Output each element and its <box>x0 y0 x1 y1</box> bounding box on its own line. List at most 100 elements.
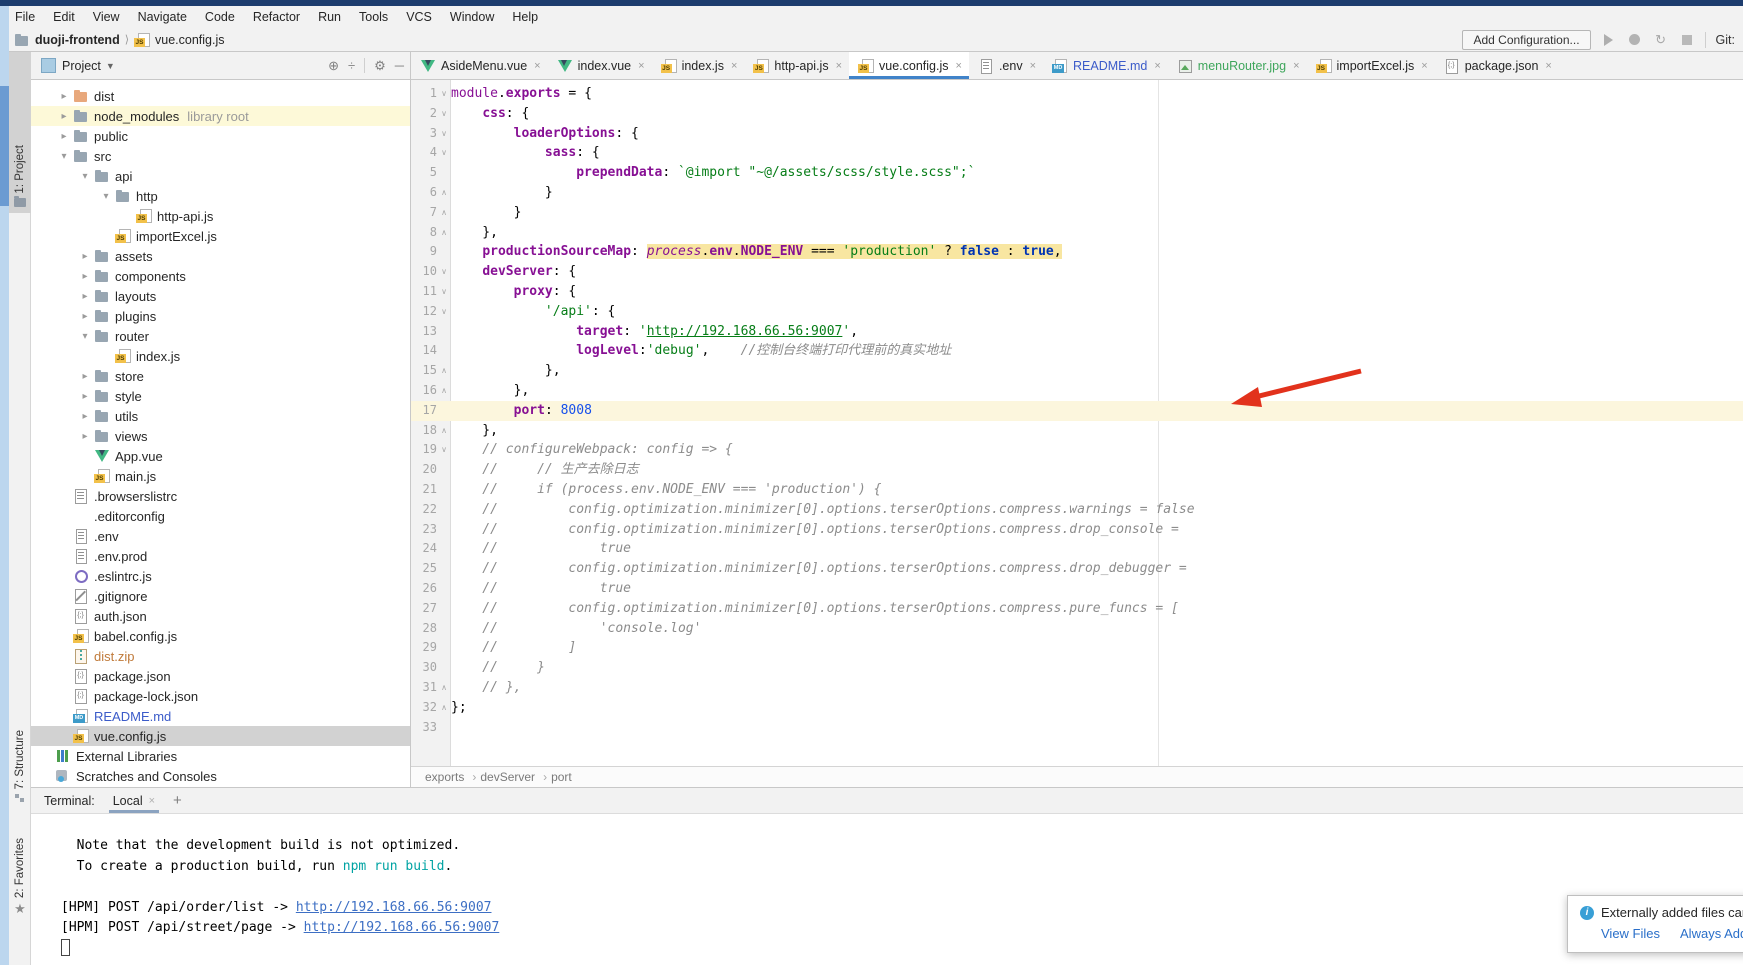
project-panel-title[interactable]: Project <box>62 59 101 73</box>
tab-readme-md[interactable]: README.md× <box>1043 52 1168 79</box>
fold-expand-icon[interactable]: ∨ <box>437 302 451 322</box>
tree-item-plugins[interactable]: ▸plugins <box>31 306 410 326</box>
code-line-18[interactable]: 18∧ }, <box>411 421 1743 441</box>
fold-expand-icon[interactable]: ∨ <box>437 104 451 124</box>
fold-expand-icon[interactable]: ∨ <box>437 124 451 144</box>
breadcrumb-item-exports[interactable]: exports <box>425 770 476 784</box>
menu-file[interactable]: File <box>6 8 44 26</box>
menu-vcs[interactable]: VCS <box>397 8 441 26</box>
code-line-13[interactable]: 13 target: 'http://192.168.66.56:9007', <box>411 322 1743 342</box>
run-with-coverage-icon[interactable]: ↻ <box>1653 32 1669 48</box>
menu-view[interactable]: View <box>84 8 129 26</box>
add-configuration-button[interactable]: Add Configuration... <box>1462 30 1590 50</box>
tree-item-src[interactable]: ▾src <box>31 146 410 166</box>
tree-item-package-lock-json[interactable]: package-lock.json <box>31 686 410 706</box>
tab-close-icon[interactable]: × <box>731 60 737 72</box>
code-line-30[interactable]: 30 // } <box>411 658 1743 678</box>
menu-tools[interactable]: Tools <box>350 8 397 26</box>
terminal-output[interactable]: Note that the development build is not o… <box>31 814 1743 965</box>
tree-item-dist-zip[interactable]: dist.zip <box>31 646 410 666</box>
terminal-tab-close-icon[interactable]: × <box>149 795 155 807</box>
menu-refactor[interactable]: Refactor <box>244 8 309 26</box>
tree-item-external-libraries[interactable]: External Libraries <box>31 746 410 766</box>
tree-item-views[interactable]: ▸views <box>31 426 410 446</box>
tab-close-icon[interactable]: × <box>1154 60 1160 72</box>
code-line-9[interactable]: 9 productionSourceMap: process.env.NODE_… <box>411 242 1743 262</box>
code-editor[interactable]: 1∨module.exports = {2∨ css: {3∨ loaderOp… <box>411 80 1743 766</box>
code-line-21[interactable]: 21 // if (process.env.NODE_ENV === 'prod… <box>411 480 1743 500</box>
chevron-right-icon[interactable]: ▸ <box>76 391 94 402</box>
code-line-31[interactable]: 31∧ // }, <box>411 678 1743 698</box>
menu-code[interactable]: Code <box>196 8 244 26</box>
fold-collapse-icon[interactable]: ∧ <box>437 421 451 441</box>
code-line-19[interactable]: 19∨ // configureWebpack: config => { <box>411 440 1743 460</box>
chevron-right-icon[interactable]: ▸ <box>55 91 73 102</box>
tree-item-public[interactable]: ▸public <box>31 126 410 146</box>
tree-item-components[interactable]: ▸components <box>31 266 410 286</box>
tree-item-utils[interactable]: ▸utils <box>31 406 410 426</box>
code-line-28[interactable]: 28 // 'console.log' <box>411 619 1743 639</box>
terminal-tab-local[interactable]: Local × <box>109 788 159 813</box>
tab-env[interactable]: .env× <box>969 52 1043 79</box>
code-line-24[interactable]: 24 // true <box>411 539 1743 559</box>
chevron-right-icon[interactable]: ▸ <box>76 431 94 442</box>
tree-item-assets[interactable]: ▸assets <box>31 246 410 266</box>
tab-close-icon[interactable]: × <box>1030 60 1036 72</box>
code-line-6[interactable]: 6∧ } <box>411 183 1743 203</box>
tab-close-icon[interactable]: × <box>1545 60 1551 72</box>
tab-package-json[interactable]: package.json× <box>1435 52 1559 79</box>
code-line-12[interactable]: 12∨ '/api': { <box>411 302 1743 322</box>
chevron-down-icon[interactable]: ▾ <box>76 171 94 182</box>
code-line-3[interactable]: 3∨ loaderOptions: { <box>411 124 1743 144</box>
menu-edit[interactable]: Edit <box>44 8 84 26</box>
code-line-32[interactable]: 32∧}; <box>411 698 1743 718</box>
code-line-4[interactable]: 4∨ sass: { <box>411 143 1743 163</box>
tab-close-icon[interactable]: × <box>836 60 842 72</box>
view-files-link[interactable]: View Files <box>1601 926 1660 941</box>
chevron-right-icon[interactable]: ▸ <box>76 251 94 262</box>
breadcrumb-item-devserver[interactable]: devServer <box>480 770 547 784</box>
code-line-29[interactable]: 29 // ] <box>411 638 1743 658</box>
code-line-17[interactable]: 17 port: 8008 <box>411 401 1743 421</box>
new-terminal-icon[interactable]: + <box>173 792 182 809</box>
tree-item-router[interactable]: ▾router <box>31 326 410 346</box>
tree-item-dist[interactable]: ▸dist <box>31 86 410 106</box>
code-line-27[interactable]: 27 // config.optimization.minimizer[0].o… <box>411 599 1743 619</box>
fold-expand-icon[interactable]: ∨ <box>437 84 451 104</box>
code-line-2[interactable]: 2∨ css: { <box>411 104 1743 124</box>
chevron-right-icon[interactable]: ▸ <box>55 111 73 122</box>
tab-close-icon[interactable]: × <box>1421 60 1427 72</box>
breadcrumb-project[interactable]: duoji-frontend <box>35 33 120 47</box>
tree-item-babel-config-js[interactable]: babel.config.js <box>31 626 410 646</box>
tree-item-index-js[interactable]: index.js <box>31 346 410 366</box>
code-line-8[interactable]: 8∧ }, <box>411 223 1743 243</box>
git-label[interactable]: Git: <box>1716 33 1735 47</box>
tree-item-store[interactable]: ▸store <box>31 366 410 386</box>
chevron-right-icon[interactable]: ▸ <box>76 311 94 322</box>
chevron-right-icon[interactable]: ▸ <box>55 131 73 142</box>
tree-item-vue-config-js[interactable]: vue.config.js <box>31 726 410 746</box>
collapse-all-icon[interactable]: ÷ <box>348 58 355 73</box>
chevron-right-icon[interactable]: ▸ <box>76 371 94 382</box>
project-view-dropdown-icon[interactable]: ▼ <box>106 61 115 71</box>
chevron-right-icon[interactable]: ▸ <box>76 271 94 282</box>
chevron-down-icon[interactable]: ▾ <box>76 331 94 342</box>
fold-collapse-icon[interactable]: ∧ <box>437 361 451 381</box>
fold-collapse-icon[interactable]: ∧ <box>437 678 451 698</box>
run-icon[interactable] <box>1601 32 1617 48</box>
chevron-down-icon[interactable]: ▾ <box>97 191 115 202</box>
menu-window[interactable]: Window <box>441 8 503 26</box>
tree-item-node-modules[interactable]: ▸node_moduleslibrary root <box>31 106 410 126</box>
chevron-down-icon[interactable]: ▾ <box>55 151 73 162</box>
tree-item-editorconfig[interactable]: .editorconfig <box>31 506 410 526</box>
fold-expand-icon[interactable]: ∨ <box>437 262 451 282</box>
locate-file-icon[interactable]: ⊕ <box>328 58 339 74</box>
tab-close-icon[interactable]: × <box>1293 60 1299 72</box>
hide-panel-icon[interactable]: ─ <box>395 58 404 73</box>
tab-close-icon[interactable]: × <box>534 60 540 72</box>
tree-item-main-js[interactable]: main.js <box>31 466 410 486</box>
breadcrumb-item-port[interactable]: port <box>551 770 580 784</box>
code-line-11[interactable]: 11∨ proxy: { <box>411 282 1743 302</box>
stop-icon[interactable] <box>1679 32 1695 48</box>
breadcrumb-file[interactable]: vue.config.js <box>155 33 224 47</box>
